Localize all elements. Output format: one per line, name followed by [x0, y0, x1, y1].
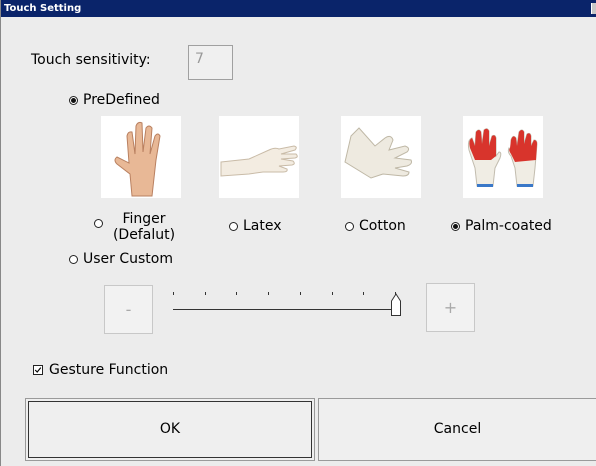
radio-unselected-icon	[94, 219, 103, 228]
touch-setting-dialog: Touch Setting Touch sensitivity: 7 PreDe…	[0, 0, 596, 466]
predefined-radio[interactable]: PreDefined	[69, 92, 160, 108]
palm-coated-radio[interactable]: Palm-coated	[451, 218, 552, 234]
bare-hand-icon	[101, 116, 181, 198]
latex-label: Latex	[243, 218, 282, 234]
window-title: Touch Setting	[4, 3, 82, 14]
cotton-radio[interactable]: Cotton	[345, 218, 406, 234]
decrease-button[interactable]: -	[104, 285, 153, 334]
radio-unselected-icon	[345, 221, 354, 231]
cotton-label: Cotton	[359, 218, 406, 234]
user-custom-radio[interactable]: User Custom	[69, 251, 173, 267]
close-icon[interactable]	[591, 3, 596, 14]
user-custom-label: User Custom	[83, 251, 173, 267]
slider-thumb[interactable]	[391, 292, 401, 316]
radio-selected-icon	[451, 221, 460, 231]
slider-tick	[204, 292, 206, 295]
palm-coated-glove-icon	[463, 116, 543, 198]
predefined-label: PreDefined	[83, 92, 160, 108]
checkbox-checked-icon	[33, 365, 43, 375]
finger-label: Finger (Defalut)	[112, 211, 176, 243]
radio-unselected-icon	[69, 254, 78, 264]
slider-tick	[331, 292, 333, 295]
slider-tick	[236, 292, 238, 295]
title-bar: Touch Setting	[1, 0, 596, 17]
slider-tick	[173, 292, 174, 295]
ok-button[interactable]: OK	[25, 398, 315, 461]
slider-tick	[268, 292, 270, 295]
palm-coated-label: Palm-coated	[465, 218, 552, 234]
sensitivity-value-field: 7	[188, 45, 233, 80]
radio-selected-icon	[69, 95, 78, 105]
sensitivity-label: Touch sensitivity:	[31, 52, 151, 68]
cotton-glove-icon	[341, 116, 421, 198]
latex-radio[interactable]: Latex	[229, 218, 282, 234]
radio-unselected-icon	[229, 221, 238, 231]
slider-tick	[363, 292, 365, 295]
latex-glove-icon	[219, 116, 299, 198]
gesture-label: Gesture Function	[49, 362, 169, 378]
increase-button[interactable]: +	[426, 283, 475, 332]
slider-track	[173, 309, 399, 310]
cancel-button[interactable]: Cancel	[318, 398, 596, 461]
gesture-checkbox[interactable]: Gesture Function	[33, 362, 168, 378]
slider-tick	[299, 292, 301, 295]
custom-sensitivity-slider[interactable]	[173, 288, 405, 318]
